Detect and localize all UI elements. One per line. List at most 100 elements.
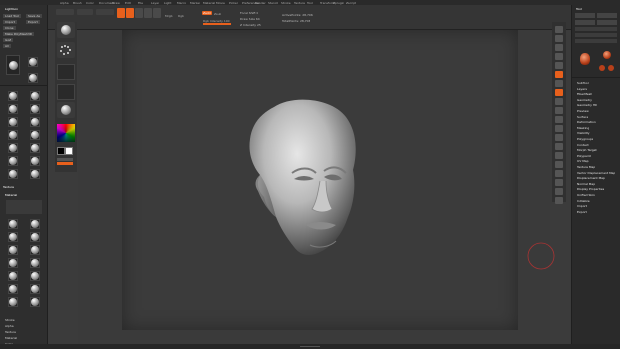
brush-slot[interactable] xyxy=(30,271,40,281)
tool-load-button[interactable] xyxy=(575,13,595,18)
tool-polymesh-button[interactable] xyxy=(575,33,617,37)
tool-menu-item[interactable]: Preview xyxy=(577,109,589,113)
brush-slot[interactable] xyxy=(8,258,18,268)
zsub-button[interactable]: Zsub xyxy=(214,12,221,16)
brush-slot[interactable] xyxy=(30,258,40,268)
aahalf-icon[interactable] xyxy=(555,71,563,78)
save-as-button[interactable]: Save As xyxy=(26,14,42,18)
tool-thumbnail-tertiary[interactable] xyxy=(597,63,617,73)
left-tray-menu-item[interactable]: Texture xyxy=(5,330,16,334)
bpr-icon[interactable] xyxy=(555,26,563,33)
stroke-button[interactable] xyxy=(57,42,75,58)
tool-import-button[interactable] xyxy=(575,20,595,25)
solo-icon[interactable] xyxy=(555,188,563,195)
rotate-button[interactable] xyxy=(153,8,161,18)
tool-menu-item[interactable]: Surface xyxy=(577,115,588,119)
brush-slot[interactable] xyxy=(30,117,40,127)
tool-menu-item[interactable]: Polygroups xyxy=(577,137,593,141)
brush-slot[interactable] xyxy=(30,143,40,153)
head-model[interactable] xyxy=(236,95,366,260)
brush-slot[interactable] xyxy=(8,297,18,307)
scroll-icon[interactable] xyxy=(555,44,563,51)
standard-brush-button[interactable] xyxy=(57,22,75,38)
brush-slot[interactable] xyxy=(8,169,18,179)
tool-menu-item[interactable]: Layers xyxy=(577,87,587,91)
tool-menu-item[interactable]: Normal Map xyxy=(577,182,595,186)
all-button[interactable]: All xyxy=(3,44,11,48)
fill-button[interactable] xyxy=(57,162,73,165)
tool-menu-item[interactable]: Unified Skin xyxy=(577,193,595,197)
tool-menu-item[interactable]: Visibility xyxy=(577,131,590,135)
left-tray-menu-item[interactable]: Alpha xyxy=(5,324,14,328)
clone-button[interactable]: Clone xyxy=(3,26,16,30)
brush-slot[interactable] xyxy=(30,169,40,179)
scale-button[interactable] xyxy=(144,8,152,18)
z-intensity-slider[interactable]: Z Intensity 25 xyxy=(240,23,261,27)
brush-slot[interactable] xyxy=(30,245,40,255)
material-button[interactable] xyxy=(57,102,75,118)
brush-slot[interactable] xyxy=(8,91,18,101)
tool-menu-item[interactable]: Vector Displacement Map xyxy=(577,171,615,175)
transp-icon[interactable] xyxy=(555,170,563,177)
tool-menu-item[interactable]: Import xyxy=(577,204,587,208)
brush-slot[interactable] xyxy=(30,104,40,114)
tool-menu-item[interactable]: UV Map xyxy=(577,159,589,163)
ghost-icon[interactable] xyxy=(555,179,563,186)
switch-color-button[interactable] xyxy=(57,158,73,161)
texture-button[interactable] xyxy=(57,84,75,100)
frame-icon[interactable] xyxy=(555,125,563,132)
polyf-icon[interactable] xyxy=(555,161,563,168)
brush-slot[interactable] xyxy=(8,143,18,153)
alpha-button[interactable] xyxy=(57,64,75,80)
export-button[interactable]: Export xyxy=(26,20,40,24)
tool-menu-item[interactable]: Export xyxy=(577,210,587,214)
tool-slot[interactable] xyxy=(28,57,38,67)
goz-button[interactable]: GoZ xyxy=(3,38,14,42)
tool-goz-button[interactable] xyxy=(575,39,617,43)
draw-size-slider[interactable]: Draw Size 64 xyxy=(240,17,260,21)
color-picker[interactable] xyxy=(57,124,75,142)
brush-slot[interactable] xyxy=(8,156,18,166)
brush-slot[interactable] xyxy=(30,284,40,294)
brush-slot[interactable] xyxy=(8,245,18,255)
material-settings-block[interactable] xyxy=(6,200,42,214)
tool-menu-item[interactable]: SubTool xyxy=(577,81,589,85)
tool-thumbnail-main[interactable] xyxy=(578,49,592,71)
edit-button[interactable] xyxy=(117,8,125,18)
tool-menu-item[interactable]: Displacement Map xyxy=(577,176,605,180)
scroll-indicator[interactable] xyxy=(300,346,320,347)
current-tool-thumbnail[interactable] xyxy=(6,55,20,75)
zadd-button[interactable]: Zadd xyxy=(202,11,212,15)
scale-icon[interactable] xyxy=(555,143,563,150)
tool-menu-item[interactable]: Initialize xyxy=(577,199,590,203)
rotate-icon[interactable] xyxy=(555,152,563,159)
tool-menu-item[interactable]: FiberMesh xyxy=(577,92,592,96)
brush-slot[interactable] xyxy=(8,271,18,281)
brush-slot[interactable] xyxy=(30,156,40,166)
tool-slot[interactable] xyxy=(28,73,38,83)
tool-menu-item[interactable]: Masking xyxy=(577,126,589,130)
quick-sketch-button[interactable] xyxy=(96,9,114,15)
tool-menu-item[interactable]: Polypaint xyxy=(577,154,591,158)
rgb-toggle[interactable]: Rgb xyxy=(178,14,184,18)
tool-menu-item[interactable]: Geometry HD xyxy=(577,103,597,107)
zoom-icon[interactable] xyxy=(555,53,563,60)
brush-slot[interactable] xyxy=(30,232,40,242)
floor-icon[interactable] xyxy=(555,89,563,96)
tool-menu-item[interactable]: Contact xyxy=(577,143,589,147)
local-icon[interactable] xyxy=(555,98,563,105)
lightbox-button[interactable] xyxy=(77,9,93,15)
draw-button[interactable] xyxy=(126,8,134,18)
left-tray-menu-item[interactable]: Stroke xyxy=(5,318,15,322)
tool-menu-item[interactable]: Deformation xyxy=(577,120,596,124)
xyz-icon[interactable] xyxy=(555,116,563,123)
brush-slot[interactable] xyxy=(30,219,40,229)
brush-slot[interactable] xyxy=(8,117,18,127)
brush-slot[interactable] xyxy=(8,284,18,294)
lsym-icon[interactable] xyxy=(555,107,563,114)
tool-clone-button[interactable] xyxy=(575,27,617,31)
xpose-icon[interactable] xyxy=(555,197,563,204)
move-button[interactable] xyxy=(135,8,143,18)
secondary-color-swatch[interactable] xyxy=(57,147,65,155)
tool-save-button[interactable] xyxy=(597,13,617,18)
